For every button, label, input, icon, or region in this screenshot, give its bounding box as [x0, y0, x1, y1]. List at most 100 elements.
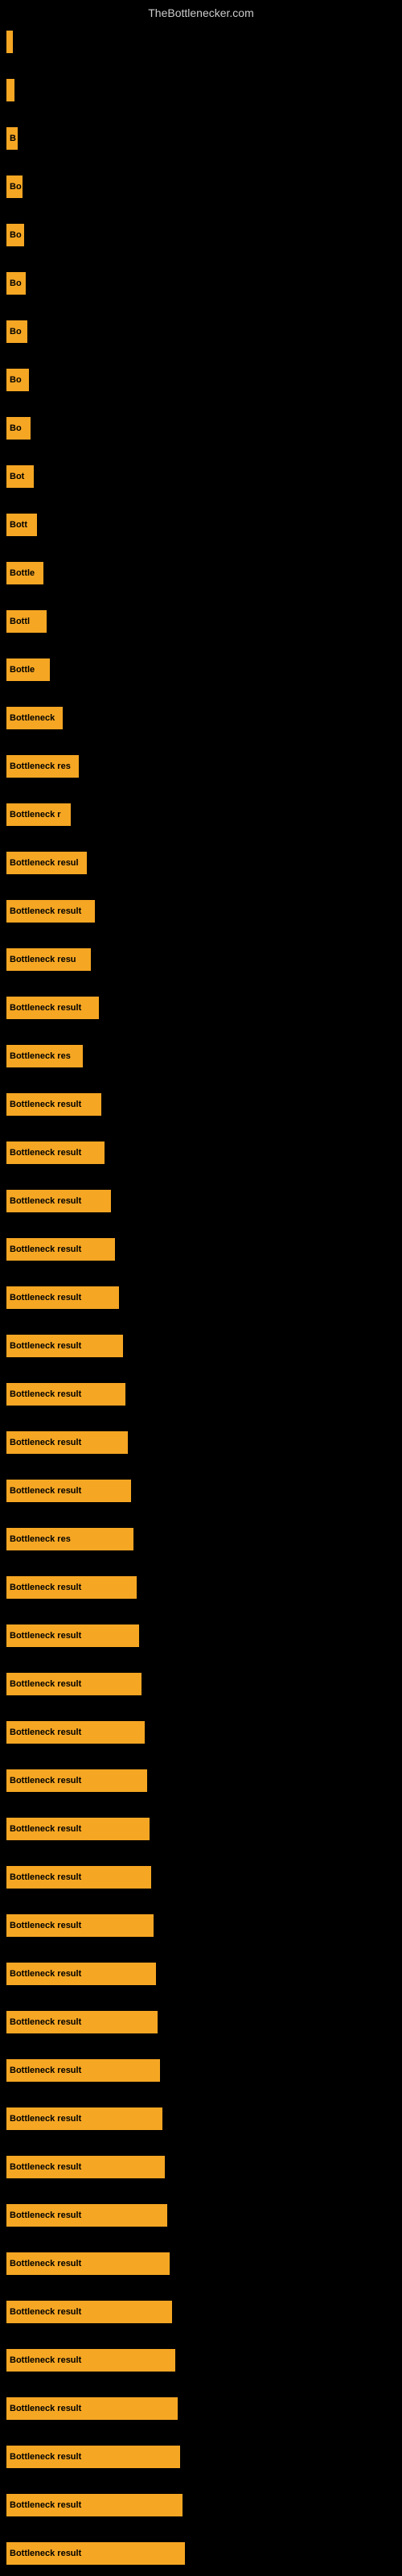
bar-item: Bottleneck result: [6, 1576, 137, 1599]
bar-item: Bottleneck result: [6, 900, 95, 923]
bar-item: Bottleneck result: [6, 1480, 131, 1502]
bar-label: Bottleneck result: [10, 1776, 81, 1785]
bar-item: Bottleneck result: [6, 1673, 142, 1695]
bar-label: B: [10, 134, 16, 143]
bar-label: Bottleneck result: [10, 2452, 81, 2462]
bar-label: Bo: [10, 375, 22, 385]
bar-label: Bottleneck result: [10, 2066, 81, 2075]
bar-label: Bottleneck result: [10, 2211, 81, 2220]
bar-item: Bottleneck result: [6, 1721, 145, 1744]
bar-label: Bottleneck res: [10, 1051, 71, 1061]
bar-label: Bottleneck result: [10, 1438, 81, 1447]
bar-label: Bottleneck result: [10, 1245, 81, 1254]
bar-label: Bottleneck result: [10, 1486, 81, 1496]
bar-item: Bo: [6, 175, 23, 198]
bar-item: Bo: [6, 224, 24, 246]
bar-label: Bottl: [10, 617, 30, 626]
bar-item: Bottleneck result: [6, 1383, 125, 1406]
bar-label: Bottleneck result: [10, 2114, 81, 2124]
bar-label: Bot: [10, 472, 24, 481]
bar-item: Bottleneck result: [6, 2349, 175, 2372]
bar-label: Bottleneck result: [10, 1196, 81, 1206]
bar-item: Bottleneck resu: [6, 948, 91, 971]
bar-label: Bottleneck result: [10, 1728, 81, 1737]
bar-label: Bottleneck result: [10, 906, 81, 916]
bar-item: Bottleneck result: [6, 997, 99, 1019]
bar-item: Bottleneck: [6, 707, 63, 729]
bar-label: Bottleneck result: [10, 1148, 81, 1158]
bar-item: Bo: [6, 272, 26, 295]
bar-label: Bottleneck result: [10, 1872, 81, 1882]
bar-item: Bottleneck res: [6, 755, 79, 778]
bar-item: [6, 31, 13, 53]
bar-item: Bottleneck result: [6, 1286, 119, 1309]
site-title: TheBottlenecker.com: [148, 6, 254, 19]
bar-label: Bottleneck result: [10, 1341, 81, 1351]
bar-label: Bottleneck result: [10, 1631, 81, 1641]
bar-label: Bottleneck result: [10, 1100, 81, 1109]
bar-item: Bottleneck result: [6, 1431, 128, 1454]
bar-item: Bottleneck result: [6, 2204, 167, 2227]
bar-label: Bottleneck result: [10, 1921, 81, 1930]
bar-label: Bottle: [10, 665, 35, 675]
bar-label: Bottleneck result: [10, 2404, 81, 2413]
bar-item: Bottleneck result: [6, 2107, 162, 2130]
bar-item: Bottleneck result: [6, 1141, 105, 1164]
bar-item: Bottleneck result: [6, 1238, 115, 1261]
bar-label: Bottleneck r: [10, 810, 61, 819]
bar-label: Bottleneck res: [10, 1534, 71, 1544]
bar-item: Bo: [6, 417, 31, 440]
bar-item: Bo: [6, 320, 27, 343]
bar-item: Bottleneck result: [6, 2011, 158, 2033]
bar-item: Bottl: [6, 610, 47, 633]
bar-label: Bottleneck result: [10, 2355, 81, 2365]
bar-label: Bottleneck result: [10, 1824, 81, 1834]
bar-label: Bottleneck result: [10, 1003, 81, 1013]
bar-item: Bottleneck result: [6, 2397, 178, 2420]
bar-label: Bottleneck result: [10, 2017, 81, 2027]
bar-item: Bottle: [6, 658, 50, 681]
bar-label: Bottleneck result: [10, 1389, 81, 1399]
bar-item: Bottleneck result: [6, 2301, 172, 2323]
bar-label: Bottleneck result: [10, 1679, 81, 1689]
bar-item: Bottleneck result: [6, 2446, 180, 2468]
bar-item: Bottleneck res: [6, 1045, 83, 1067]
bar-item: B: [6, 127, 18, 150]
bar-label: Bottleneck result: [10, 2307, 81, 2317]
bar-item: Bottleneck result: [6, 1866, 151, 1889]
bar-label: Bott: [10, 520, 27, 530]
bar-label: Bottleneck res: [10, 762, 71, 771]
bar-label: Bottleneck result: [10, 1969, 81, 1979]
bar-label: Bottleneck result: [10, 2549, 81, 2558]
bar-item: Bo: [6, 369, 29, 391]
bar-label: Bo: [10, 182, 22, 192]
bar-label: Bottleneck resu: [10, 955, 76, 964]
bar-item: Bottleneck result: [6, 1335, 123, 1357]
bar-item: Bot: [6, 465, 34, 488]
bar-label: Bottleneck result: [10, 2259, 81, 2268]
bar-item: Bottleneck result: [6, 2494, 183, 2516]
bar-label: Bottleneck result: [10, 2500, 81, 2510]
bar-label: Bottle: [10, 568, 35, 578]
bar-label: Bo: [10, 327, 22, 336]
bar-label: Bo: [10, 423, 22, 433]
bar-label: Bo: [10, 279, 22, 288]
bar-item: Bottleneck result: [6, 1963, 156, 1985]
bar-item: Bottleneck r: [6, 803, 71, 826]
bar-item: [6, 79, 14, 101]
bar-item: Bottleneck result: [6, 2252, 170, 2275]
bar-item: Bottleneck result: [6, 1818, 150, 1840]
bar-item: Bottleneck resul: [6, 852, 87, 874]
bar-item: Bottleneck result: [6, 1190, 111, 1212]
bar-label: Bottleneck result: [10, 1583, 81, 1592]
bar-label: Bottleneck result: [10, 1293, 81, 1302]
bar-item: Bottleneck result: [6, 2156, 165, 2178]
bar-item: Bottleneck result: [6, 1769, 147, 1792]
bar-item: Bottleneck result: [6, 1624, 139, 1647]
bar-item: Bottleneck res: [6, 1528, 133, 1550]
bar-item: Bottleneck result: [6, 1093, 101, 1116]
bar-label: Bottleneck result: [10, 2162, 81, 2172]
bar-item: Bottleneck result: [6, 1914, 154, 1937]
bar-item: Bottleneck result: [6, 2542, 185, 2565]
bar-label: Bottleneck: [10, 713, 55, 723]
